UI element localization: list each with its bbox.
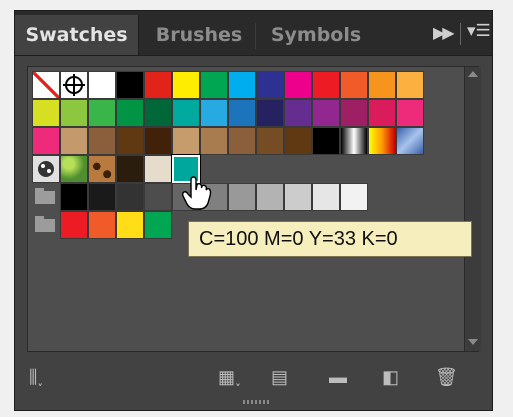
color-swatch[interactable] [284,183,312,211]
color-swatch[interactable] [116,183,144,211]
color-swatch[interactable] [172,127,200,155]
color-swatch[interactable] [396,71,424,99]
color-swatch[interactable] [256,127,284,155]
swatch-gradient-metal[interactable] [340,127,368,155]
color-swatch[interactable] [116,155,144,183]
vertical-scrollbar[interactable] [464,67,481,351]
color-swatch[interactable] [60,127,88,155]
color-swatch[interactable] [116,99,144,127]
resize-grip[interactable] [243,400,271,404]
double-chevron-right-icon[interactable]: ▶▶ [433,23,455,43]
tab-symbols[interactable]: Symbols [259,15,373,55]
color-swatch[interactable] [340,71,368,99]
swatch-gradient-blue[interactable] [396,127,424,155]
color-swatch[interactable] [284,71,312,99]
color-swatch[interactable] [312,183,340,211]
color-swatch[interactable] [60,211,88,239]
color-swatch[interactable] [116,71,144,99]
color-swatch[interactable] [144,155,172,183]
color-swatch[interactable] [88,211,116,239]
tab-brushes[interactable]: Brushes [145,15,253,55]
hand-cursor-icon [181,176,212,210]
swatch-pattern-dots[interactable] [32,155,60,183]
panel-tab-bar: Swatches Brushes Symbols ▶▶ ▾☰ [15,11,492,56]
color-swatch[interactable] [312,127,340,155]
panel-bottom-toolbar: ⫼˯ ▦˯ ▤ ▬ ◧ 🗑 [15,357,492,397]
color-swatch[interactable] [228,99,256,127]
show-swatch-kinds-menu-icon[interactable]: ▦˯ [218,367,241,388]
color-swatch[interactable] [144,211,172,239]
new-swatch-icon[interactable]: ◧ [382,367,399,388]
color-swatch[interactable] [116,211,144,239]
color-group-folder-icon[interactable] [32,183,58,207]
swatch-pattern-leopard[interactable] [88,155,116,183]
color-swatch[interactable] [60,183,88,211]
color-swatch[interactable] [144,183,172,211]
color-swatch[interactable] [172,99,200,127]
swatch-grid [27,66,481,352]
color-swatch[interactable] [340,183,368,211]
color-swatch[interactable] [368,99,396,127]
color-swatch[interactable] [32,99,60,127]
color-swatch[interactable] [284,99,312,127]
color-swatch[interactable] [396,99,424,127]
color-swatch[interactable] [312,99,340,127]
color-swatch[interactable] [88,183,116,211]
color-swatch[interactable] [144,127,172,155]
color-swatch[interactable] [172,71,200,99]
swatch-none[interactable] [32,71,60,99]
new-color-group-icon[interactable]: ▬ [329,367,347,388]
color-swatch[interactable] [32,127,60,155]
swatch-tooltip: C=100 M=0 Y=33 K=0 [188,221,472,257]
color-swatch[interactable] [340,99,368,127]
panel-menu-icon[interactable]: ▾☰ [467,21,491,41]
color-swatch[interactable] [228,183,256,211]
color-swatch[interactable] [88,99,116,127]
swatches-panel: Swatches Brushes Symbols ▶▶ ▾☰ C=100 M=0… [14,10,493,411]
color-swatch[interactable] [256,183,284,211]
color-swatch[interactable] [312,71,340,99]
color-swatch[interactable] [88,71,116,99]
color-swatch[interactable] [228,71,256,99]
menu-divider [460,23,461,45]
color-swatch[interactable] [144,71,172,99]
color-swatch[interactable] [368,71,396,99]
color-group-folder-icon[interactable] [32,211,58,235]
swatch-options-icon[interactable]: ▤ [271,367,288,388]
scroll-down-icon[interactable] [468,339,478,345]
color-swatch[interactable] [228,127,256,155]
color-swatch[interactable] [144,99,172,127]
color-swatch[interactable] [60,99,88,127]
swatch-gradient-orange[interactable] [368,127,396,155]
scroll-up-icon[interactable] [468,71,478,77]
color-swatch[interactable] [200,127,228,155]
color-swatch[interactable] [200,71,228,99]
swatch-libraries-menu-icon[interactable]: ⫼˯ [29,367,43,388]
color-swatch[interactable] [116,127,144,155]
color-swatch[interactable] [256,71,284,99]
delete-swatch-icon[interactable]: 🗑 [435,367,458,388]
tab-divider [255,23,256,49]
tab-swatches[interactable]: Swatches [15,15,139,55]
color-swatch[interactable] [284,127,312,155]
color-swatch[interactable] [256,99,284,127]
swatch-pattern-green[interactable] [60,155,88,183]
swatch-registration[interactable] [60,71,88,99]
color-swatch[interactable] [88,127,116,155]
color-swatch[interactable] [200,99,228,127]
